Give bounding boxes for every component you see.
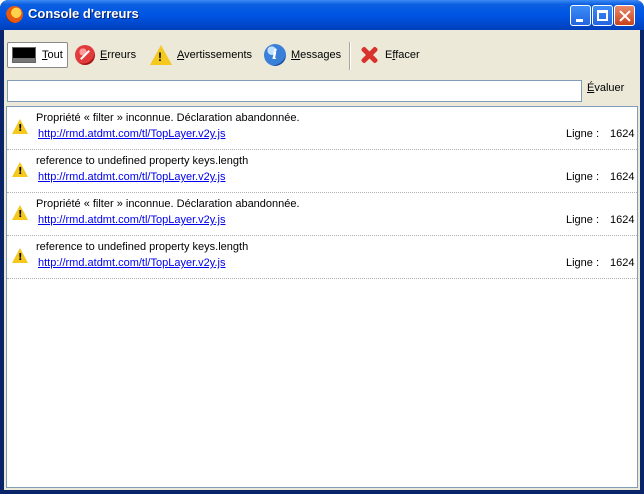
info-icon bbox=[264, 44, 286, 66]
list-item[interactable]: reference to undefined property keys.len… bbox=[7, 150, 637, 193]
entry-message: Propriété « filter » inconnue. Déclarati… bbox=[36, 112, 300, 124]
tab-all-label: Tout bbox=[42, 49, 63, 61]
error-icon bbox=[75, 45, 95, 65]
warning-icon bbox=[12, 248, 28, 263]
entry-line-label: Ligne : bbox=[566, 128, 600, 140]
firefox-icon bbox=[6, 6, 23, 23]
tab-errors[interactable]: Erreurs bbox=[71, 42, 140, 68]
warning-icon bbox=[12, 119, 28, 134]
entry-source-link[interactable]: http://rmd.atdmt.com/tl/TopLayer.v2y.js bbox=[38, 257, 225, 269]
entry-line-label: Ligne : bbox=[566, 214, 600, 226]
list-item[interactable]: Propriété « filter » inconnue. Déclarati… bbox=[7, 107, 637, 150]
message-list[interactable]: Propriété « filter » inconnue. Déclarati… bbox=[6, 106, 638, 488]
list-item[interactable]: reference to undefined property keys.len… bbox=[7, 236, 637, 279]
evaluate-button[interactable]: Évaluer bbox=[587, 82, 624, 94]
tab-messages-label: Messages bbox=[291, 49, 342, 61]
entry-line-number: 1624 bbox=[610, 128, 635, 140]
minimize-button[interactable] bbox=[570, 5, 591, 26]
tab-warnings[interactable]: Avertissements bbox=[146, 42, 256, 68]
entry-line-number: 1624 bbox=[610, 214, 635, 226]
tab-warnings-label: Avertissements bbox=[177, 49, 252, 61]
entry-message: reference to undefined property keys.len… bbox=[36, 155, 249, 167]
clear-button[interactable]: Effacer bbox=[355, 42, 424, 68]
maximize-button[interactable] bbox=[592, 5, 613, 26]
tab-errors-label: Erreurs bbox=[100, 49, 137, 61]
window-title: Console d'erreurs bbox=[28, 6, 139, 21]
console-icon bbox=[12, 47, 36, 63]
evaluate-row: Évaluer bbox=[4, 80, 640, 104]
client-area: Tout Erreurs Avertissements Messages Eff… bbox=[4, 30, 640, 490]
entry-source-link[interactable]: http://rmd.atdmt.com/tl/TopLayer.v2y.js bbox=[38, 214, 225, 226]
error-console-window: Console d'erreurs Tout Erreurs Avertisse… bbox=[0, 0, 644, 494]
clear-icon bbox=[359, 45, 379, 65]
list-item[interactable]: Propriété « filter » inconnue. Déclarati… bbox=[7, 193, 637, 236]
warning-icon bbox=[12, 205, 28, 220]
toolbar: Tout Erreurs Avertissements Messages Eff… bbox=[4, 30, 640, 74]
tab-messages[interactable]: Messages bbox=[260, 42, 345, 68]
warning-icon bbox=[150, 45, 172, 65]
entry-message: reference to undefined property keys.len… bbox=[36, 241, 249, 253]
warning-icon bbox=[12, 162, 28, 177]
entry-line-number: 1624 bbox=[610, 171, 635, 183]
toolbar-separator bbox=[349, 42, 351, 70]
entry-line-label: Ligne : bbox=[566, 257, 600, 269]
entry-line-number: 1624 bbox=[610, 257, 635, 269]
entry-source-link[interactable]: http://rmd.atdmt.com/tl/TopLayer.v2y.js bbox=[38, 128, 225, 140]
entry-line-label: Ligne : bbox=[566, 171, 600, 183]
evaluate-input[interactable] bbox=[7, 80, 582, 102]
clear-button-label: Effacer bbox=[385, 49, 420, 61]
tab-all[interactable]: Tout bbox=[7, 42, 68, 68]
entry-source-link[interactable]: http://rmd.atdmt.com/tl/TopLayer.v2y.js bbox=[38, 171, 225, 183]
entry-message: Propriété « filter » inconnue. Déclarati… bbox=[36, 198, 300, 210]
close-button[interactable] bbox=[614, 5, 635, 26]
title-bar[interactable]: Console d'erreurs bbox=[0, 0, 644, 30]
